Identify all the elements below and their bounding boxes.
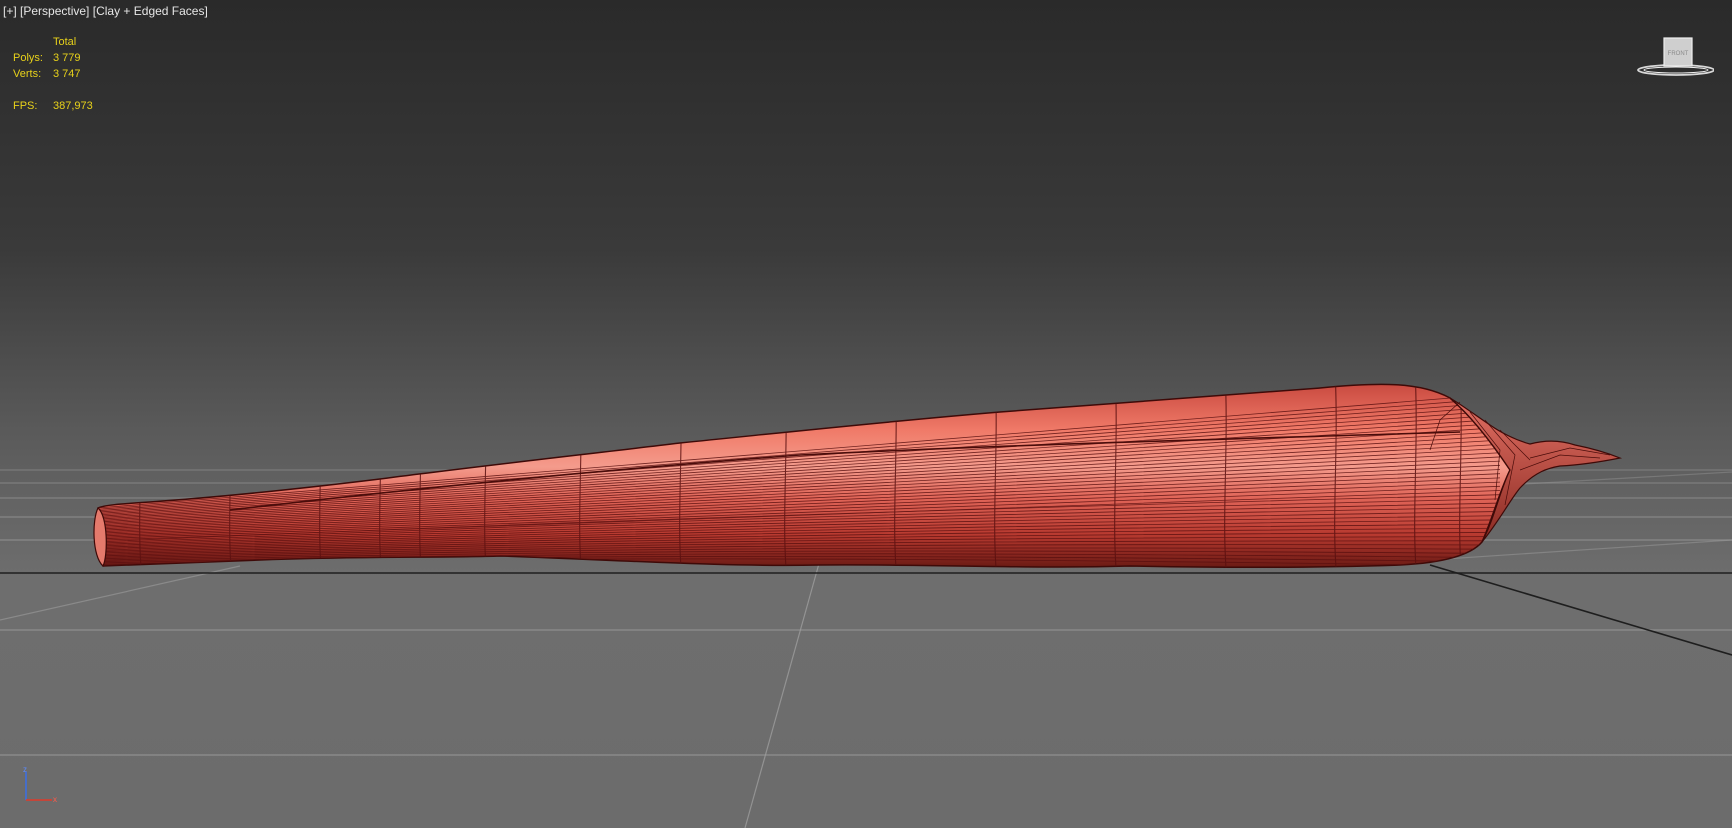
polys-value: 3 779	[53, 52, 81, 64]
viewport-label: [+] [Perspective] [Clay + Edged Faces]	[3, 4, 208, 18]
viewport-point-of-view-menu[interactable]: [Perspective]	[20, 4, 89, 18]
polys-label: Polys:	[13, 52, 43, 64]
grid-axis-lines	[0, 564, 1732, 656]
axis-tripod: z x	[18, 765, 62, 806]
perspective-viewport[interactable]: [+] [Perspective] [Clay + Edged Faces] T…	[0, 0, 1732, 828]
viewport-scene	[0, 383, 1732, 828]
verts-label: Verts:	[13, 68, 42, 80]
axis-x-label: x	[53, 795, 57, 804]
viewport-menu-plus[interactable]: [+]	[3, 4, 17, 18]
stats-total-header: Total	[53, 36, 77, 48]
verts-value: 3 747	[53, 68, 81, 80]
fps-label: FPS:	[13, 100, 38, 112]
axis-z-label: z	[23, 766, 27, 774]
viewport-shading-menu[interactable]: [Clay + Edged Faces]	[93, 4, 208, 18]
clay-mesh-object	[93, 383, 1623, 569]
viewcube-face-label: FRONT	[1668, 51, 1689, 57]
fps-value: 387,973	[53, 100, 93, 112]
viewcube[interactable]: FRONT	[1634, 34, 1715, 82]
statistics-overlay: Total Polys: 3 779 Verts: 3 747 FPS: 387…	[13, 34, 123, 114]
